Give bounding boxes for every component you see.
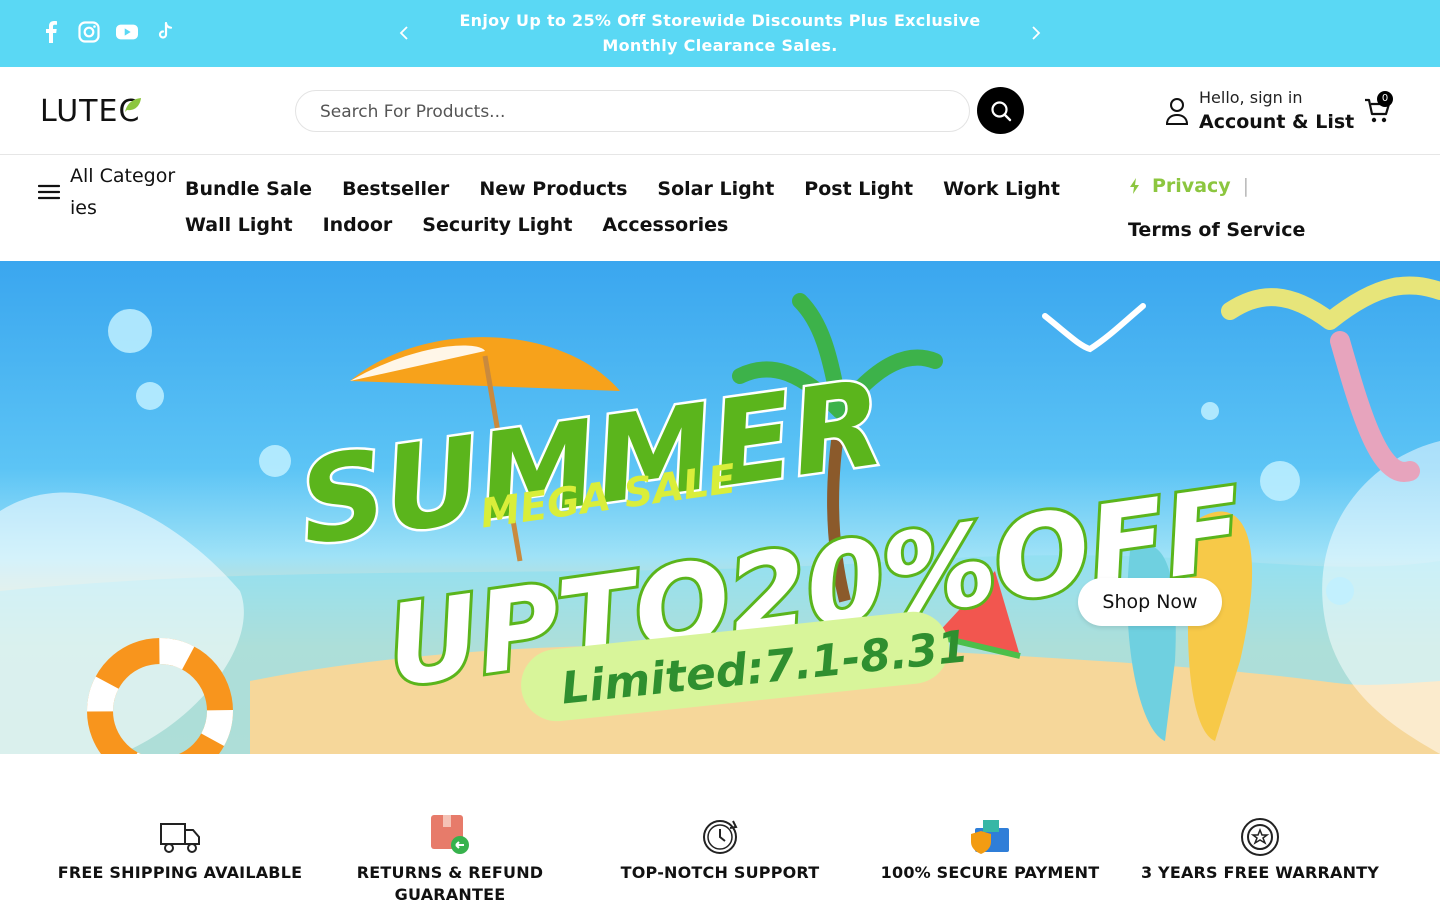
search-button[interactable]	[977, 87, 1024, 134]
feature-label: TOP-NOTCH SUPPORT	[620, 863, 820, 882]
cart-button[interactable]: 0	[1364, 91, 1394, 127]
account-greeting: Hello, sign in	[1199, 88, 1303, 107]
nav-item-security-light[interactable]: Security Light	[422, 211, 572, 239]
nav-item-post-light[interactable]: Post Light	[804, 175, 913, 203]
main-navigation: All Categories Bundle Sale Bestseller Ne…	[0, 155, 1440, 261]
announcement-prev-button[interactable]	[394, 22, 414, 44]
feature-item: 3 YEARS FREE WARRANTY	[1130, 812, 1390, 884]
chevron-left-icon	[399, 26, 408, 40]
support-clock-icon	[703, 820, 738, 854]
legal-links: Privacy | Terms of Service	[1128, 171, 1305, 245]
nav-item-new-products[interactable]: New Products	[479, 175, 627, 203]
announcement-bar: Enjoy Up to 25% Off Storewide Discounts …	[0, 0, 1440, 67]
announcement-next-button[interactable]	[1026, 22, 1046, 44]
user-icon	[1165, 98, 1189, 125]
instagram-icon[interactable]	[78, 20, 100, 44]
announcement-text: Enjoy Up to 25% Off Storewide Discounts …	[459, 11, 981, 55]
privacy-label: Privacy	[1152, 175, 1231, 197]
feature-label: RETURNS & REFUND GUARANTEE	[356, 863, 544, 900]
feature-label: 3 YEARS FREE WARRANTY	[1140, 863, 1380, 882]
features-row: FREE SHIPPING AVAILABLE RETURNS & REFUND…	[0, 754, 1440, 900]
nav-menu: Bundle Sale Bestseller New Products Sola…	[185, 175, 1085, 239]
feature-item: 100% SECURE PAYMENT	[860, 812, 1120, 884]
feature-item: FREE SHIPPING AVAILABLE	[50, 812, 310, 884]
site-header: LUTEC Hello, sign in Account & List 0	[0, 67, 1440, 155]
nav-item-solar-light[interactable]: Solar Light	[657, 175, 774, 203]
youtube-icon[interactable]	[116, 20, 138, 44]
privacy-link[interactable]: Privacy |	[1128, 171, 1305, 201]
nav-item-bundle-sale[interactable]: Bundle Sale	[185, 175, 312, 203]
search-icon	[990, 100, 1011, 121]
feature-item: RETURNS & REFUND GUARANTEE	[320, 812, 580, 900]
account-link[interactable]: Hello, sign in Account & List	[1165, 85, 1354, 137]
secure-payment-icon	[971, 820, 1009, 854]
warranty-badge-icon	[1241, 818, 1279, 856]
terms-of-service-link[interactable]: Terms of Service	[1128, 215, 1305, 245]
feature-label: FREE SHIPPING AVAILABLE	[57, 863, 303, 882]
hero-banner[interactable]: SUMMER MEGA SALE UPTO20%OFF Limited:7.1-…	[0, 261, 1440, 754]
logo[interactable]: LUTEC	[40, 95, 141, 129]
feature-label: 100% SECURE PAYMENT	[880, 863, 1100, 882]
social-links	[40, 20, 176, 44]
nav-item-indoor[interactable]: Indoor	[323, 211, 393, 239]
lightning-icon	[1130, 178, 1139, 194]
chevron-right-icon	[1032, 26, 1041, 40]
all-categories-label: All Categories	[70, 165, 176, 219]
leaf-icon	[125, 98, 141, 112]
return-box-icon	[431, 815, 469, 854]
all-categories-button[interactable]: All Categories	[38, 160, 180, 224]
search-input[interactable]	[320, 100, 920, 124]
feature-item: TOP-NOTCH SUPPORT	[590, 812, 850, 884]
shop-now-button[interactable]: Shop Now	[1078, 578, 1222, 626]
hamburger-icon	[38, 184, 60, 200]
nav-item-work-light[interactable]: Work Light	[943, 175, 1060, 203]
nav-item-accessories[interactable]: Accessories	[602, 211, 728, 239]
divider: |	[1242, 175, 1250, 197]
nav-item-wall-light[interactable]: Wall Light	[185, 211, 293, 239]
truck-icon	[160, 823, 200, 853]
facebook-icon[interactable]	[40, 20, 62, 44]
search-box	[295, 90, 970, 132]
nav-item-bestseller[interactable]: Bestseller	[342, 175, 449, 203]
tiktok-icon[interactable]	[154, 20, 176, 44]
hero-artwork: SUMMER MEGA SALE UPTO20%OFF Limited:7.1-…	[0, 276, 1440, 754]
cart-count-badge: 0	[1377, 91, 1393, 107]
account-label: Account & List	[1199, 111, 1355, 133]
